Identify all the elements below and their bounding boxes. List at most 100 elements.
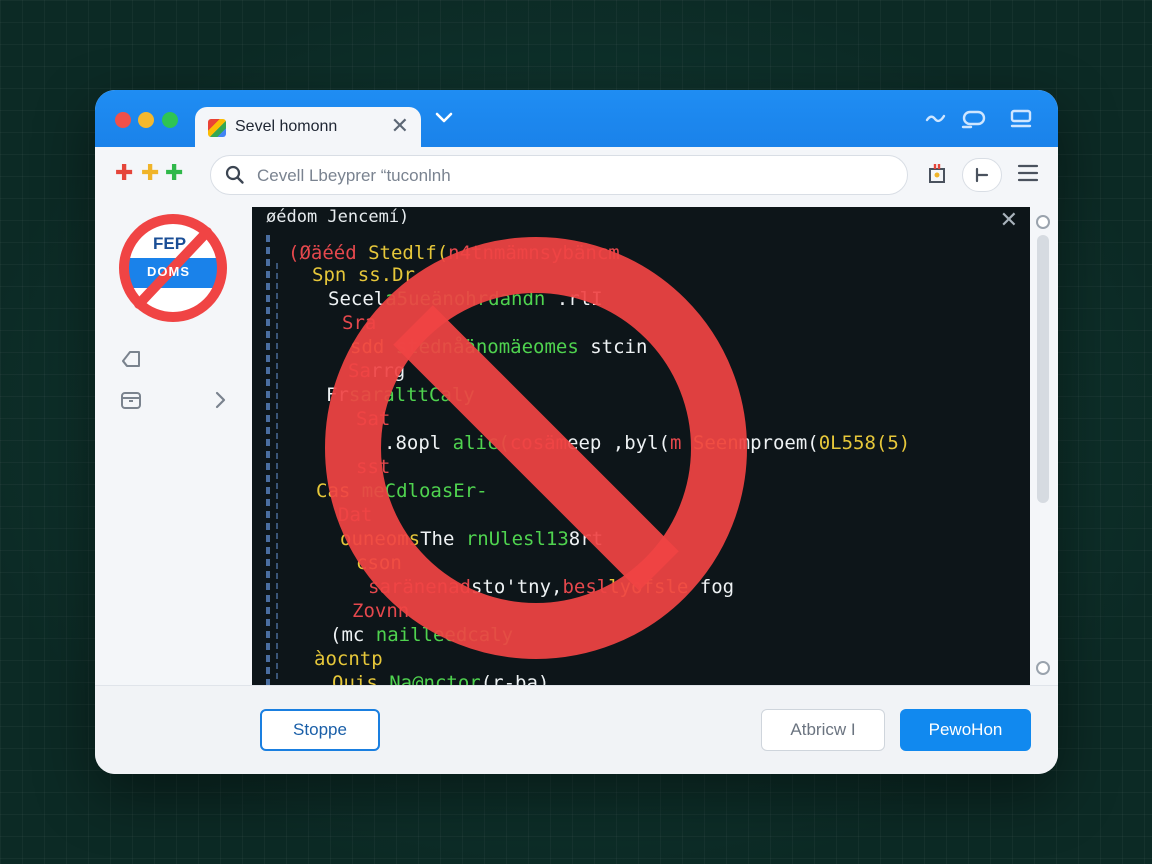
- scroll-up-knob[interactable]: [1036, 215, 1050, 229]
- badge-top-label: FEP: [153, 234, 187, 253]
- code-token: Sat: [356, 408, 391, 430]
- code-line: Sat: [356, 407, 390, 431]
- code-token: Sa: [348, 360, 371, 382]
- code-token: lyofsle: [608, 576, 689, 598]
- code-token: nailleedcaly: [375, 624, 514, 646]
- code-token: saränenad: [368, 576, 471, 598]
- plus-yellow-icon[interactable]: ✚: [141, 163, 159, 185]
- code-line: sdd stednåänomäeomes stcin: [350, 335, 647, 359]
- code-line: Dat: [338, 503, 372, 527]
- dialog-footer: Stoppe Atbricw I PewoHon: [95, 685, 1058, 774]
- code-token: sto'tny,: [470, 576, 563, 598]
- code-line: (Øäééd Stedlf(n4tnmämnsybäncm: [288, 241, 620, 265]
- plus-red-icon[interactable]: ✚: [115, 163, 133, 185]
- code-token: Ouis: [332, 672, 390, 685]
- code-token: 8rt: [568, 528, 604, 550]
- code-token: Sra: [342, 312, 377, 334]
- code-token: besl: [562, 576, 609, 598]
- badge-bottom-label: DOMS: [147, 264, 190, 279]
- code-token: a5ueänohrdandn: [385, 288, 546, 310]
- indent-guide-secondary: [276, 263, 278, 683]
- code-token: rnUlesl13: [465, 528, 569, 550]
- editor-close-icon[interactable]: ✕: [1000, 209, 1018, 233]
- window-close-button[interactable]: [115, 112, 131, 128]
- code-token: Cas: [316, 480, 362, 502]
- code-token: ss.Dr: [357, 264, 415, 286]
- title-bar: Sevel homonn ✕: [95, 90, 1058, 149]
- extension-puzzle-icon[interactable]: [926, 161, 948, 189]
- tab-close-icon[interactable]: ✕: [391, 114, 409, 140]
- code-token: Fr: [326, 384, 349, 406]
- code-token: mproem(: [738, 432, 819, 454]
- code-token: eep ,byl(: [567, 432, 670, 454]
- code-line: Zovnn: [352, 599, 409, 623]
- colorful-app-icon: [208, 119, 226, 137]
- code-token: m: [670, 432, 693, 454]
- code-line: Secela5ueänohrdandn .rlI: [328, 287, 603, 311]
- code-token: àocntp: [314, 648, 383, 670]
- code-line: ouneomsThe rnUlesl138rt: [340, 527, 603, 551]
- code-token: Dat: [338, 504, 373, 526]
- code-line: Cas meCdloasEr-: [316, 479, 488, 503]
- code-token: (Øäééd: [288, 242, 369, 264]
- code-token: sdd: [350, 336, 396, 358]
- scroll-thumb[interactable]: [1037, 235, 1049, 503]
- chevron-right-icon[interactable]: [213, 389, 229, 415]
- code-token: alic(: [452, 432, 510, 454]
- code-token: (r-ba): [480, 672, 550, 685]
- code-token: stcin: [578, 336, 648, 358]
- code-token: stednåänomäeomes: [395, 336, 579, 358]
- browser-tab[interactable]: Sevel homonn ✕: [195, 107, 421, 149]
- code-line: .8opl alic(cosämeep ,byl(m Seenmproem(0L…: [384, 431, 910, 455]
- window-minimize-button[interactable]: [138, 112, 154, 128]
- code-line: Sra: [342, 311, 376, 335]
- code-token: meCdloasEr-: [361, 480, 488, 502]
- code-token: Stedlf(: [368, 242, 449, 264]
- code-token: cson: [356, 552, 402, 574]
- window-maximize-button[interactable]: [162, 112, 178, 128]
- editor-title: øédom Jencemí): [266, 207, 410, 227]
- code-token: cosäm: [509, 432, 568, 454]
- code-line: saränenadsto'tny,besllyofsle fog: [368, 575, 734, 599]
- code-token: rrg: [370, 360, 406, 382]
- scroll-down-knob[interactable]: [1036, 661, 1050, 675]
- code-line: (mc nailleedcaly: [330, 623, 513, 647]
- code-line: cson: [356, 551, 402, 575]
- code-line: sst: [356, 455, 390, 479]
- stop-button[interactable]: Stoppe: [260, 709, 380, 751]
- menu-hamburger-icon[interactable]: [1016, 161, 1040, 189]
- toolbar: ✚ ✚ ✚: [95, 147, 1058, 207]
- address-input[interactable]: [255, 160, 889, 192]
- code-token: ouneoms: [340, 528, 421, 550]
- tab-list-chevron-down-icon[interactable]: [435, 110, 453, 129]
- share-redirect-icon[interactable]: [961, 108, 989, 134]
- code-token: sst: [356, 456, 391, 478]
- squiggle-tilde-icon[interactable]: [925, 108, 947, 132]
- code-token: n4tnmämnsybäncm: [448, 242, 620, 264]
- code-line: àocntp: [314, 647, 383, 671]
- code-token: The: [420, 528, 466, 550]
- code-editor[interactable]: øédom Jencemí) ✕ (Øäééd Stedlf(n4tnmämns…: [252, 207, 1030, 685]
- scrollbar[interactable]: [1030, 207, 1058, 685]
- cancel-button[interactable]: Atbricw I: [761, 709, 885, 751]
- code-line: FrsaralttCaly: [326, 383, 475, 407]
- tag-icon[interactable]: [119, 347, 143, 375]
- primary-action-button[interactable]: PewoHon: [900, 709, 1031, 751]
- code-token: Zovnn: [352, 600, 410, 622]
- tab-title: Sevel homonn: [235, 118, 338, 135]
- window-layout-icon[interactable]: [1009, 108, 1033, 134]
- code-line: Ouis Na@nctor(r-ba): [332, 671, 549, 685]
- code-token: Secel: [328, 288, 386, 310]
- address-bar[interactable]: [210, 155, 908, 195]
- sidebar: FEP DOMS: [95, 207, 252, 685]
- arrow-green-icon[interactable]: ✚: [165, 163, 183, 185]
- blocked-badge: FEP DOMS: [117, 212, 229, 324]
- profile-pill-button[interactable]: [962, 158, 1002, 192]
- code-token: 0L558(5): [818, 432, 911, 454]
- browser-window: Sevel homonn ✕ ✚ ✚ ✚ Cevell Lbeyprer “tu…: [95, 90, 1058, 774]
- folder-icon[interactable]: [119, 388, 143, 416]
- indent-guide: [266, 235, 270, 685]
- code-token: Spn: [312, 264, 358, 286]
- code-token: (mc: [330, 624, 376, 646]
- code-token: fog: [688, 576, 735, 598]
